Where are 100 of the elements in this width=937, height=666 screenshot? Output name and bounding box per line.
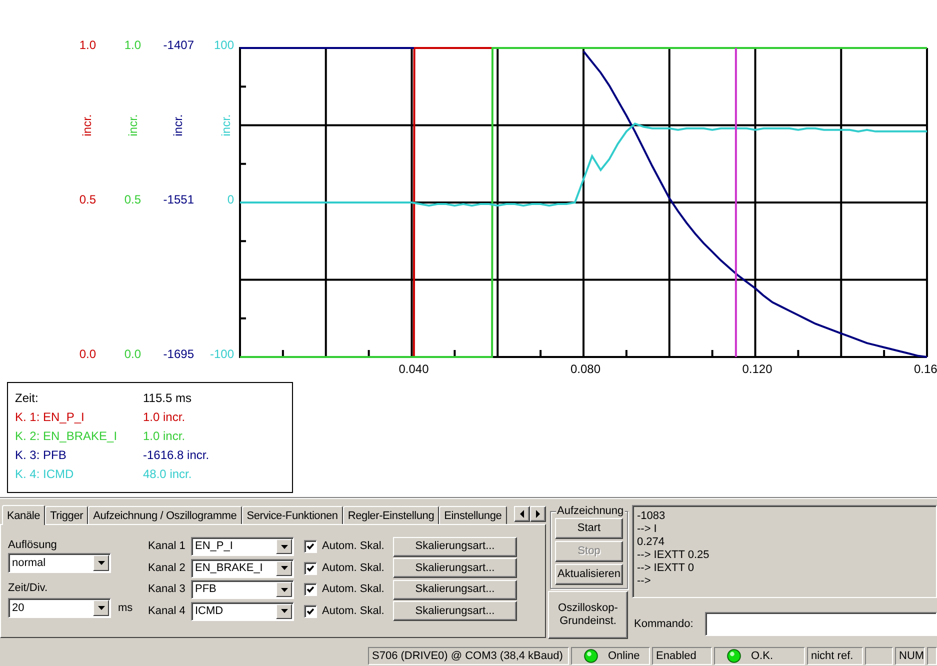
unit-label: ms: [118, 602, 133, 614]
dropdown[interactable]: EN_BRAKE_I: [191, 558, 294, 578]
scaling-button[interactable]: Skalierungsart...: [393, 601, 517, 622]
status-text: Online: [608, 649, 640, 664]
dropdown-button[interactable]: [93, 600, 109, 616]
status-panel: NUM: [895, 647, 925, 665]
x-tick-label: 0.16: [914, 362, 937, 376]
y-tick-label: -1551: [163, 192, 194, 206]
checkbox-label: Autom. Skal.: [322, 583, 386, 596]
checkbox-label: Autom. Skal.: [322, 604, 386, 618]
dropdown[interactable]: PFB: [191, 580, 294, 600]
scroll-left-button[interactable]: [514, 506, 530, 522]
checkbox[interactable]: [304, 583, 317, 596]
y-tick-label: 0.5: [79, 192, 96, 206]
tab[interactable]: Einstellunge: [439, 506, 507, 524]
triangle-left-icon: [520, 510, 524, 518]
readout-label: K. 2: EN_BRAKE_I: [15, 428, 118, 445]
readout-value: 1.0 incr.: [143, 409, 186, 426]
y-tick-label: 0.0: [79, 347, 96, 361]
readout-value: 1.0 incr.: [143, 428, 186, 445]
scaling-button[interactable]: Skalierungsart...: [393, 580, 517, 600]
y-tick-label: 1.0: [124, 38, 141, 52]
axis-unit-label: incr.: [126, 114, 140, 136]
readout-label: K. 3: PFB: [15, 447, 68, 464]
y-tick-label: 0.5: [124, 192, 141, 206]
x-tick-label: 0.080: [570, 362, 601, 376]
readout-label: Zeit:: [15, 390, 40, 407]
scroll-right-button[interactable]: [530, 506, 546, 522]
command-field[interactable]: [705, 612, 937, 636]
checkbox-label: Autom. Skal.: [322, 540, 386, 554]
field-label: Zeit/Div.: [8, 581, 48, 595]
dropdown-button[interactable]: [93, 555, 109, 571]
status-panel: nicht ref.: [807, 647, 863, 665]
axis-unit-label: incr.: [219, 114, 233, 136]
readout-value: 48.0 incr.: [143, 466, 192, 483]
y-tick-label: -1407: [163, 38, 194, 52]
console-line: --> IEXTT 0.25: [637, 549, 710, 562]
tab[interactable]: Service-Funktionen: [242, 506, 343, 524]
caret-icon: [98, 606, 104, 610]
caret-icon: [280, 588, 288, 592]
y-tick-label: 1.0: [79, 38, 96, 52]
scaling-button[interactable]: Skalierungsart...: [393, 536, 517, 557]
dropdown-button[interactable]: [276, 539, 292, 554]
y-tick-label: -1695: [163, 347, 194, 361]
checkmark-icon: [307, 586, 314, 594]
dropdown[interactable]: 20: [8, 598, 111, 618]
dropdown[interactable]: normal: [8, 553, 111, 573]
checkbox[interactable]: [304, 540, 317, 554]
y-tick-label: 100: [214, 38, 234, 52]
channel-label: Kanal 2: [148, 562, 186, 575]
status-panel: [865, 647, 893, 665]
recording-button[interactable]: Start: [555, 518, 623, 539]
y-tick-label: 0.0: [124, 347, 141, 361]
triangle-right-icon: [536, 510, 540, 518]
tab[interactable]: Trigger: [45, 506, 88, 524]
checkbox-label: Autom. Skal.: [322, 562, 386, 575]
dropdown[interactable]: EN_P_I: [191, 537, 294, 556]
caret-icon: [280, 609, 288, 614]
status-panel: S706 (DRIVE0) @ COM3 (38,4 kBaud): [368, 647, 569, 665]
readout-label: K. 1: EN_P_I: [15, 409, 86, 426]
dropdown-button[interactable]: [276, 560, 292, 576]
y-tick-label: -100: [210, 347, 234, 361]
tab[interactable]: Regler-Einstellung: [342, 506, 440, 524]
recording-button[interactable]: Aktualisieren: [555, 564, 623, 585]
readout-value: -1616.8 incr.: [143, 447, 210, 464]
console-line: -->: [637, 575, 651, 588]
field-label: Auflösung: [8, 538, 57, 552]
checkmark-icon: [307, 564, 314, 572]
status-panel: [927, 647, 937, 665]
checkmark-icon: [307, 543, 314, 550]
console-line: 0.274: [637, 536, 665, 549]
channel-label: Kanal 3: [148, 583, 186, 596]
axis-unit-label: incr.: [171, 114, 185, 136]
channel-label: Kanal 4: [148, 604, 186, 618]
console-line: --> IEXTT 0: [637, 562, 694, 575]
scope-defaults-button[interactable]: Oszilloskop-Grundeinst.: [548, 591, 628, 639]
status-text: O.K.: [751, 649, 774, 664]
checkbox[interactable]: [304, 604, 317, 618]
command-label: Kommando:: [633, 618, 694, 630]
dropdown-button[interactable]: [276, 604, 292, 619]
scaling-button[interactable]: Skalierungsart...: [393, 558, 517, 578]
readout-label: K. 4: ICMD: [15, 466, 75, 483]
x-tick-label: 0.040: [398, 362, 429, 376]
channel-label: Kanal 1: [148, 540, 186, 554]
readout-value: 115.5 ms: [143, 390, 192, 407]
tab[interactable]: Aufzeichnung / Oszillogramme: [88, 506, 242, 524]
tab[interactable]: Kanäle: [2, 505, 46, 525]
checkmark-icon: [307, 608, 314, 615]
caret-icon: [98, 561, 104, 565]
x-tick-label: 0.120: [742, 362, 772, 376]
dropdown-button[interactable]: [276, 582, 292, 598]
console-line: -1083: [637, 510, 666, 523]
checkbox[interactable]: [304, 562, 317, 575]
cursor-line[interactable]: [734, 48, 737, 357]
caret-icon: [280, 566, 288, 570]
dropdown[interactable]: ICMD: [191, 602, 294, 621]
group-title: Aufzeichnung: [556, 505, 625, 518]
axis-unit-label: incr.: [80, 114, 94, 136]
y-tick-label: 0: [227, 192, 234, 206]
console-line: --> I: [637, 523, 657, 536]
